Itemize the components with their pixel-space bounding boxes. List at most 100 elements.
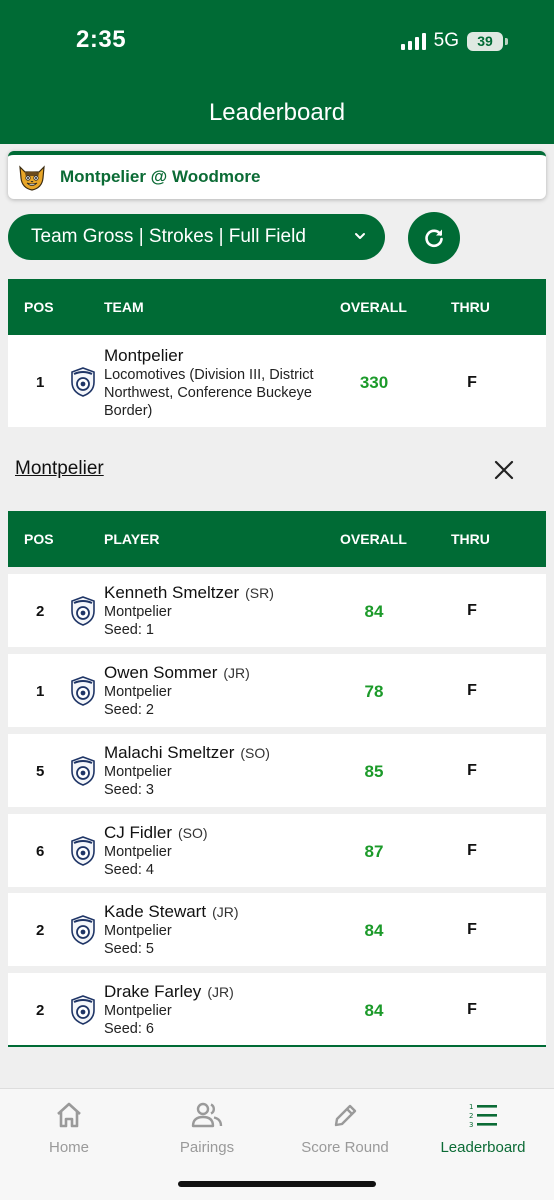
home-icon — [57, 1102, 81, 1128]
col-pos: POS — [24, 531, 54, 547]
player-team: Montpelier — [104, 684, 172, 700]
player-pos: 1 — [36, 683, 45, 700]
match-title: Montpelier @ Woodmore — [60, 167, 261, 186]
team-thru: F — [467, 374, 477, 391]
player-seed: Seed: 6 — [104, 1021, 154, 1037]
team-table-header: POS TEAM OVERALL THRU — [8, 279, 546, 335]
col-thru: THRU — [451, 531, 490, 547]
nav-leaderboard-label: Leaderboard — [440, 1139, 526, 1156]
player-name: Kenneth Smeltzer — [104, 583, 240, 602]
player-thru: F — [467, 602, 477, 619]
nav-pairings[interactable]: Pairings — [138, 1101, 276, 1156]
signal-icon — [400, 32, 426, 50]
player-pos: 2 — [36, 922, 45, 939]
player-info: Owen Sommer (JR) Montpelier Seed: 2 — [104, 663, 250, 719]
battery-icon: 39 — [467, 31, 508, 51]
col-overall: OVERALL — [340, 299, 407, 315]
player-name: Kade Stewart — [104, 902, 207, 921]
team-logo-icon — [70, 915, 96, 945]
player-row[interactable]: 2 Kade Stewart (JR) Montpelier Seed: 5 84 F — [8, 893, 546, 966]
nav-score-round[interactable]: Score Round — [276, 1101, 414, 1156]
player-seed: Seed: 5 — [104, 941, 154, 957]
team-logo-icon — [70, 367, 96, 397]
player-overall: 84 — [364, 921, 384, 940]
player-pos: 6 — [36, 843, 45, 860]
team-logo-icon — [70, 596, 96, 626]
player-name: Drake Farley — [104, 982, 202, 1001]
team-logo-icon — [70, 995, 96, 1025]
team-info: Montpelier Locomotives (Division III, Di… — [104, 346, 344, 420]
nav-score-round-label: Score Round — [301, 1139, 389, 1156]
nav-leaderboard[interactable]: 1 2 3 Leaderboard — [414, 1101, 552, 1156]
player-row[interactable]: 1 Owen Sommer (JR) Montpelier Seed: 2 78 F — [8, 654, 546, 727]
nav-home[interactable]: Home — [0, 1101, 138, 1156]
table-divider — [8, 1045, 546, 1047]
page-title: Leaderboard — [208, 99, 346, 126]
player-thru: F — [467, 921, 477, 938]
svg-text:1: 1 — [469, 1103, 473, 1111]
match-banner[interactable]: Montpelier @ Woodmore — [8, 151, 546, 199]
svg-text:2: 2 — [469, 1112, 473, 1120]
player-thru: F — [467, 762, 477, 779]
player-table-header: POS PLAYER OVERALL THRU — [8, 511, 546, 567]
scoring-filter-dropdown[interactable]: Team Gross | Strokes | Full Field — [8, 214, 385, 260]
home-indicator — [178, 1181, 376, 1187]
player-thru: F — [467, 842, 477, 859]
player-overall: 87 — [364, 842, 384, 861]
player-info: Malachi Smeltzer (SO) Montpelier Seed: 3 — [104, 743, 270, 799]
chevron-down-icon — [355, 233, 365, 239]
player-class: (SR) — [245, 585, 274, 601]
player-name: Owen Sommer — [104, 663, 218, 682]
bobcat-mascot-icon — [19, 165, 45, 191]
refresh-button[interactable] — [408, 212, 460, 264]
col-team: TEAM — [104, 299, 144, 315]
status-time: 2:35 — [76, 26, 127, 53]
close-icon[interactable] — [494, 460, 514, 480]
people-icon — [191, 1102, 223, 1128]
team-row[interactable]: 1 Montpelier Locomotives (Division III, … — [8, 335, 546, 427]
ranked-list-icon: 1 2 3 — [469, 1103, 497, 1129]
team-section-link[interactable]: Montpelier — [15, 458, 104, 480]
player-overall: 84 — [364, 1001, 384, 1020]
player-class: (SO) — [240, 745, 270, 761]
player-row[interactable]: 2 Drake Farley (JR) Montpelier Seed: 6 84 F — [8, 973, 546, 1046]
player-thru: F — [467, 682, 477, 699]
network-type: 5G — [433, 30, 459, 51]
nav-pairings-label: Pairings — [179, 1139, 235, 1156]
player-seed: Seed: 3 — [104, 782, 154, 798]
team-logo-icon — [70, 836, 96, 866]
player-seed: Seed: 4 — [104, 862, 154, 878]
player-team: Montpelier — [104, 764, 172, 780]
player-team: Montpelier — [104, 1003, 172, 1019]
team-logo-icon — [70, 676, 96, 706]
refresh-icon — [425, 229, 443, 248]
player-row[interactable]: 5 Malachi Smeltzer (SO) Montpelier Seed: 3 85… — [8, 734, 546, 807]
svg-text:3: 3 — [469, 1121, 473, 1129]
team-pos: 1 — [36, 374, 45, 391]
nav-home-label: Home — [48, 1139, 89, 1156]
player-info: Kenneth Smeltzer (SR) Montpelier Seed: 1 — [104, 583, 274, 639]
col-player: PLAYER — [104, 531, 160, 547]
player-overall: 85 — [364, 762, 384, 781]
player-thru: F — [467, 1001, 477, 1018]
player-class: (JR) — [223, 665, 250, 681]
filter-label: Team Gross | Strokes | Full Field — [31, 226, 306, 247]
battery-level: 39 — [467, 31, 503, 51]
app-header: 2:35 5G 39 Leaderboard — [0, 0, 554, 144]
player-name: CJ Fidler — [104, 823, 173, 842]
player-team: Montpelier — [104, 604, 172, 620]
player-class: (JR) — [207, 984, 234, 1000]
col-overall: OVERALL — [340, 531, 407, 547]
team-overall: 330 — [359, 373, 389, 392]
status-indicators: 5G 39 — [400, 30, 508, 52]
player-row[interactable]: 2 Kenneth Smeltzer (SR) Montpelier Seed: 1 84… — [8, 574, 546, 647]
player-row[interactable]: 6 CJ Fidler (SO) Montpelier Seed: 4 87 F — [8, 814, 546, 887]
player-pos: 2 — [36, 1002, 45, 1019]
team-logo-icon — [70, 756, 96, 786]
player-pos: 2 — [36, 603, 45, 620]
col-thru: THRU — [451, 299, 490, 315]
player-info: Drake Farley (JR) Montpelier Seed: 6 — [104, 982, 234, 1038]
player-info: CJ Fidler (SO) Montpelier Seed: 4 — [104, 823, 208, 879]
team-detail: Locomotives (Division III, District Nort… — [104, 367, 314, 419]
col-pos: POS — [24, 299, 54, 315]
